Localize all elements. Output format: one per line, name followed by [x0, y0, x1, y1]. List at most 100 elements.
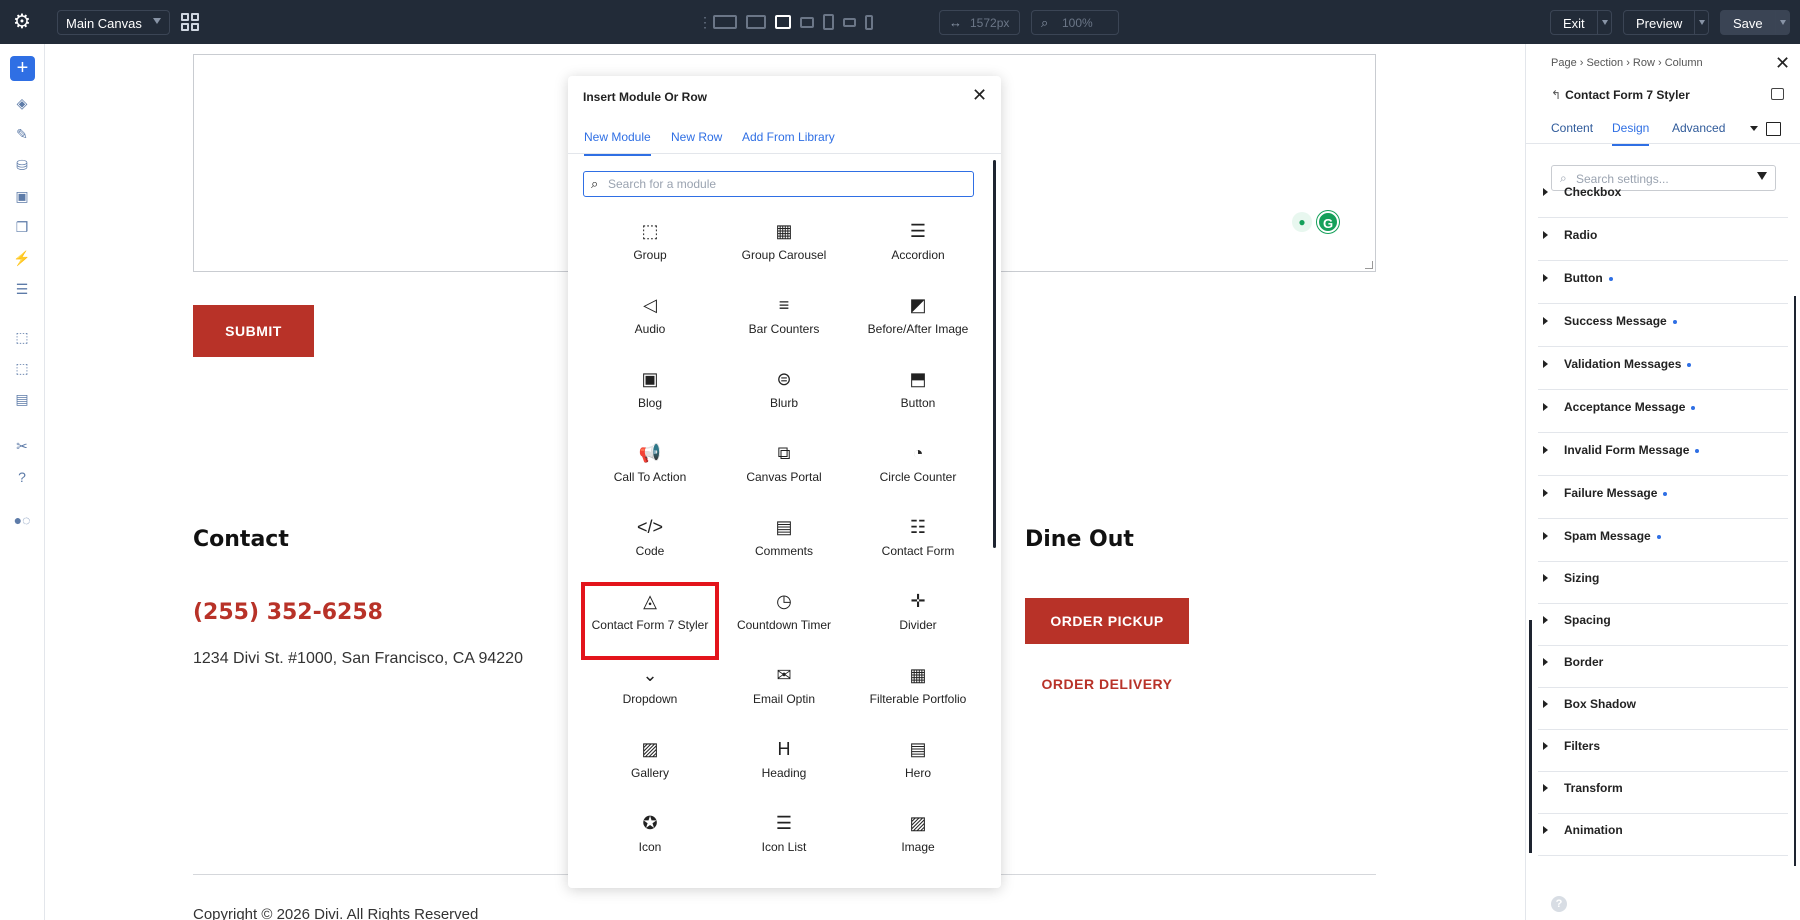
desktop-icon[interactable]	[746, 15, 766, 29]
database-icon[interactable]: ⛁	[12, 155, 32, 175]
grammarly-icon[interactable]: G	[1317, 211, 1339, 233]
canvas-width-field[interactable]: ↔ 1572px	[939, 10, 1020, 35]
pages-icon[interactable]: ❐	[12, 217, 32, 237]
form-settings-icon[interactable]: ▣	[12, 186, 32, 206]
settings-section[interactable]: Transform	[1538, 771, 1788, 814]
tab-new-module[interactable]: New Module	[584, 130, 651, 156]
order-pickup-button[interactable]: ORDER PICKUP	[1025, 598, 1189, 644]
tab-new-row[interactable]: New Row	[671, 130, 722, 144]
module-item[interactable]: ✛ Divider	[851, 584, 985, 658]
bolt-icon[interactable]: ⚡	[12, 248, 32, 268]
settings-section[interactable]: Box Shadow	[1538, 687, 1788, 730]
module-item[interactable]: ▦ Filterable Portfolio	[851, 658, 985, 732]
module-item[interactable]: ⌄ Dropdown	[583, 658, 717, 732]
settings-section[interactable]: Filters	[1538, 729, 1788, 772]
desktop-wide-icon[interactable]	[713, 15, 737, 29]
design-library-icon[interactable]: ✎	[12, 124, 32, 144]
module-item[interactable]: ▣ Blog	[583, 362, 717, 436]
panel-layout-icon[interactable]	[1766, 122, 1781, 136]
module-item[interactable]: ◩ Before/After Image	[851, 288, 985, 362]
tab-advanced[interactable]: Advanced	[1672, 121, 1725, 135]
toggle-icon[interactable]: ●◌	[12, 510, 32, 530]
settings-section[interactable]: Checkbox	[1538, 175, 1788, 218]
settings-gear-icon[interactable]: ⚙	[11, 11, 33, 33]
module-item[interactable]: ⧉ Canvas Portal	[717, 436, 851, 510]
settings-section[interactable]: Validation Messages	[1538, 347, 1788, 390]
phone-link[interactable]: (255) 352-6258	[193, 600, 383, 625]
module-item[interactable]: 📢 Call To Action	[583, 436, 717, 510]
module-item[interactable]: ☷ Contact Form	[851, 510, 985, 584]
add-icon[interactable]: +	[10, 56, 35, 81]
order-delivery-button[interactable]: ORDER DELIVERY	[1025, 676, 1189, 692]
tab-content[interactable]: Content	[1551, 121, 1593, 135]
preview-button[interactable]: Preview	[1623, 10, 1709, 35]
zoom-field[interactable]: ⌕ 100%	[1031, 10, 1119, 35]
canvas-select[interactable]: Main Canvas	[57, 10, 170, 35]
exit-dropdown-caret[interactable]	[1597, 11, 1611, 34]
module-item[interactable]: ✪ Icon	[583, 806, 717, 880]
module-item[interactable]: ◁ Audio	[583, 288, 717, 362]
close-icon[interactable]: ✕	[1775, 54, 1790, 72]
module-item[interactable]: ✉ Email Optin	[717, 658, 851, 732]
multi-select-icon[interactable]: ⬚	[12, 358, 32, 378]
module-item[interactable]: H Heading	[717, 732, 851, 806]
resize-handle-icon[interactable]	[1365, 261, 1373, 269]
phone-icon[interactable]	[865, 14, 873, 30]
save-button[interactable]: Save	[1720, 10, 1790, 35]
module-item[interactable]: ◬ Contact Form 7 Styler	[581, 582, 719, 660]
module-item[interactable]: ⬚ Group	[583, 214, 717, 288]
chevron-down-icon[interactable]	[1750, 126, 1758, 131]
modules-grid-icon[interactable]	[181, 13, 199, 31]
help-icon[interactable]: ?	[1551, 896, 1567, 912]
module-item[interactable]: </> Code	[583, 510, 717, 584]
settings-section[interactable]: Invalid Form Message	[1538, 433, 1788, 476]
tab-add-from-library[interactable]: Add From Library	[742, 130, 835, 144]
tools-icon[interactable]: ✂	[12, 436, 32, 456]
preview-dropdown-caret[interactable]	[1694, 11, 1708, 34]
drag-handle-icon[interactable]: ⋮	[698, 14, 712, 31]
save-dropdown-caret[interactable]	[1775, 11, 1789, 34]
tablet-landscape-icon[interactable]	[800, 16, 814, 28]
back-arrow-icon[interactable]: ↰	[1551, 88, 1561, 102]
settings-section[interactable]: Spam Message	[1538, 519, 1788, 562]
sliders-icon[interactable]: ☰	[12, 279, 32, 299]
module-item[interactable]: ▨ Image	[851, 806, 985, 880]
close-icon[interactable]: ✕	[972, 86, 987, 104]
grammarly-bulb-icon[interactable]: ●	[1292, 212, 1312, 232]
module-item[interactable]: ▨ Gallery	[583, 732, 717, 806]
phone-landscape-icon[interactable]	[843, 17, 856, 27]
exit-button[interactable]: Exit	[1550, 10, 1612, 35]
settings-section[interactable]: Animation	[1538, 813, 1788, 856]
module-item[interactable]: ⬒ Button	[851, 362, 985, 436]
module-item[interactable]: ☰ Icon List	[717, 806, 851, 880]
module-item[interactable]: ◔ Circle Counter	[851, 436, 985, 510]
settings-section[interactable]: Spacing	[1538, 603, 1788, 646]
settings-section[interactable]: Radio	[1538, 218, 1788, 261]
help-icon[interactable]: ?	[12, 467, 32, 487]
module-search-input[interactable]	[608, 174, 968, 194]
settings-section[interactable]: Border	[1538, 645, 1788, 688]
module-item[interactable]: ⊜ Blurb	[717, 362, 851, 436]
cursor-select-icon[interactable]: ⬚	[12, 327, 32, 347]
settings-section[interactable]: Sizing	[1538, 561, 1788, 604]
laptop-icon[interactable]	[775, 15, 791, 29]
module-item[interactable]: ≡ Bar Counters	[717, 288, 851, 362]
settings-section[interactable]: Acceptance Message	[1538, 390, 1788, 433]
module-item[interactable]: ▤ Hero	[851, 732, 985, 806]
panel-scroll-indicator[interactable]	[1529, 620, 1532, 853]
layout-icon[interactable]: ▤	[12, 389, 32, 409]
breadcrumb[interactable]: Page › Section › Row › Column	[1551, 57, 1703, 69]
tablet-icon[interactable]	[823, 14, 834, 30]
module-item[interactable]: ▦ Group Carousel	[717, 214, 851, 288]
settings-section[interactable]: Success Message	[1538, 304, 1788, 347]
settings-section[interactable]: Button	[1538, 261, 1788, 304]
panel-scrollbar[interactable]	[1794, 296, 1796, 866]
module-item[interactable]: ▤ Comments	[717, 510, 851, 584]
layers-icon[interactable]: ◈	[12, 93, 32, 113]
preset-icon[interactable]	[1771, 88, 1784, 100]
settings-section[interactable]: Failure Message	[1538, 476, 1788, 519]
submit-button[interactable]: SUBMIT	[193, 305, 314, 357]
module-item[interactable]: ☰ Accordion	[851, 214, 985, 288]
module-item[interactable]: ◷ Countdown Timer	[717, 584, 851, 658]
modal-scrollbar[interactable]	[993, 160, 996, 548]
